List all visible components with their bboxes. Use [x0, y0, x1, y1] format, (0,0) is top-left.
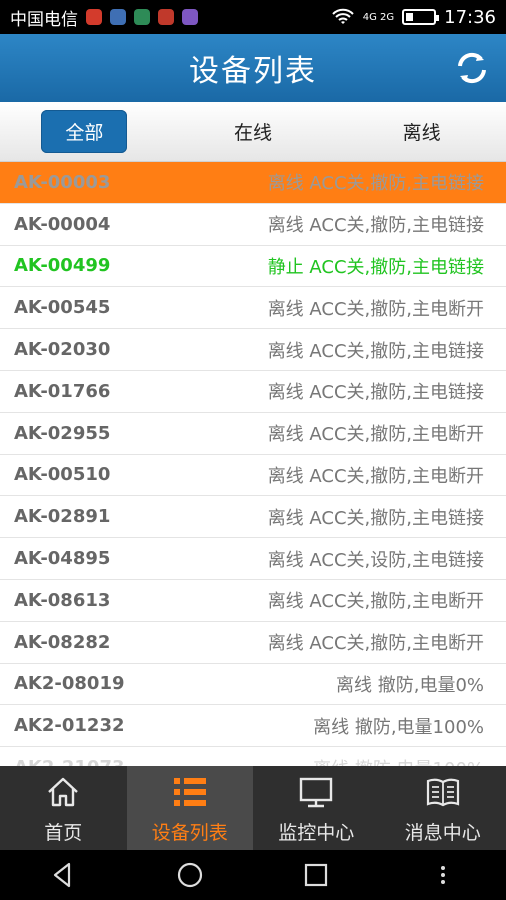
home-circle-icon[interactable] — [175, 860, 205, 890]
battery-icon — [402, 9, 440, 25]
device-id: AK-08613 — [14, 589, 111, 611]
book-icon — [426, 778, 459, 806]
status-bar: 中国电信 4G 2G 17:36 — [0, 0, 506, 34]
device-id: AK-00004 — [14, 213, 111, 235]
device-status: 离线 ACC关,撤防,主电断开 — [267, 298, 484, 320]
nav-monitor-center[interactable]: 监控中心 — [253, 766, 380, 850]
app-notification-icon — [110, 9, 126, 25]
title-bar: 设备列表 — [0, 34, 506, 102]
monitor-icon — [300, 777, 333, 807]
device-row[interactable]: AK2-08019 离线 撤防,电量0% — [0, 664, 506, 706]
refresh-icon[interactable] — [452, 48, 492, 88]
nav-monitor-center-label: 监控中心 — [278, 821, 355, 844]
device-id: AK-01766 — [14, 380, 111, 402]
app-notification-icon — [182, 9, 198, 25]
device-status: 离线 ACC关,撤防,主电链接 — [267, 340, 484, 362]
device-id: AK-00545 — [14, 297, 111, 319]
nav-device-list[interactable]: 设备列表 — [126, 766, 253, 850]
filter-tabs: 全部 在线 离线 — [0, 102, 506, 162]
tab-offline[interactable]: 离线 — [337, 118, 506, 145]
device-row[interactable]: AK-08613 离线 ACC关,撤防,主电断开 — [0, 580, 506, 622]
device-status: 离线 ACC关,撤防,主电断开 — [267, 591, 484, 613]
device-status: 离线 撤防,电量0% — [336, 674, 484, 696]
device-list: AK-00003 离线 ACC关,撤防,主电链接 AK-00004 离线 ACC… — [0, 162, 506, 766]
network-type: 4G 2G — [362, 11, 395, 23]
clock-time: 17:36 — [444, 6, 496, 28]
device-status: 离线 ACC关,撤防,主电链接 — [267, 507, 484, 529]
device-row[interactable]: AK-02030 离线 ACC关,撤防,主电链接 — [0, 329, 506, 371]
device-row[interactable]: AK-02891 离线 ACC关,撤防,主电链接 — [0, 496, 506, 539]
device-status: 离线 撤防,电量100% — [313, 755, 484, 766]
device-row[interactable]: AK-04895 离线 ACC关,设防,主电链接 — [0, 538, 506, 580]
device-id: AK2-01232 — [14, 715, 125, 737]
device-id: AK-00003 — [14, 171, 111, 193]
tab-all[interactable]: 全部 — [0, 110, 169, 153]
carrier-name: 中国电信 — [10, 9, 78, 30]
device-status: 离线 ACC关,撤防,主电链接 — [267, 382, 484, 404]
device-row[interactable]: AK-01766 离线 ACC关,撤防,主电链接 — [0, 371, 506, 413]
page-title: 设备列表 — [189, 54, 317, 89]
device-status: 离线 ACC关,设防,主电链接 — [267, 549, 484, 571]
back-icon[interactable] — [48, 860, 78, 890]
device-row[interactable]: AK-00510 离线 ACC关,撤防,主电断开 — [0, 455, 506, 497]
app-notification-icon — [86, 9, 102, 25]
app-notification-icon — [158, 9, 174, 25]
device-row[interactable]: AK-00499 静止 ACC关,撤防,主电链接 — [0, 246, 506, 288]
app-notification-icon — [134, 9, 150, 25]
device-id: AK2-21073 — [14, 757, 125, 766]
bottom-navigation: 首页 设备列表 监控中心 消息中心 — [0, 766, 506, 850]
device-status: 离线 ACC关,撤防,主电链接 — [267, 173, 484, 195]
nav-home[interactable]: 首页 — [0, 766, 127, 850]
device-status: 离线 ACC关,撤防,主电链接 — [267, 215, 484, 237]
device-status: 静止 ACC关,撤防,主电链接 — [267, 256, 484, 278]
device-status: 离线 撤防,电量100% — [313, 716, 484, 738]
device-row[interactable]: AK-02955 离线 ACC关,撤防,主电断开 — [0, 413, 506, 455]
home-icon — [48, 777, 79, 806]
device-id: AK-02955 — [14, 422, 111, 444]
device-id: AK-08282 — [14, 631, 111, 653]
device-id: AK-02030 — [14, 339, 111, 361]
wifi-icon — [332, 8, 354, 24]
nav-device-list-label: 设备列表 — [151, 821, 228, 844]
system-navigation-bar — [0, 850, 506, 900]
recents-icon[interactable] — [301, 860, 331, 890]
device-id: AK-00499 — [14, 255, 111, 277]
device-status: 离线 ACC关,撤防,主电断开 — [267, 633, 484, 655]
list-icon — [173, 777, 206, 806]
nav-message-center[interactable]: 消息中心 — [380, 766, 506, 850]
device-id: AK-02891 — [14, 506, 111, 528]
device-row[interactable]: AK-00003 离线 ACC关,撤防,主电链接 — [0, 162, 506, 204]
device-id: AK2-08019 — [14, 673, 125, 695]
nav-message-center-label: 消息中心 — [404, 821, 481, 844]
device-status: 离线 ACC关,撤防,主电断开 — [267, 424, 484, 446]
device-id: AK-04895 — [14, 548, 111, 570]
nav-home-label: 首页 — [44, 821, 83, 844]
device-row[interactable]: AK-00545 离线 ACC关,撤防,主电断开 — [0, 287, 506, 330]
device-id: AK-00510 — [14, 464, 111, 486]
device-row[interactable]: AK-08282 离线 ACC关,撤防,主电断开 — [0, 622, 506, 664]
device-row[interactable]: AK2-21073 离线 撤防,电量100% — [0, 747, 506, 766]
more-options-icon[interactable] — [428, 860, 458, 890]
tab-online[interactable]: 在线 — [169, 118, 338, 145]
device-row[interactable]: AK-00004 离线 ACC关,撤防,主电链接 — [0, 204, 506, 246]
device-status: 离线 ACC关,撤防,主电断开 — [267, 465, 484, 487]
device-row[interactable]: AK2-01232 离线 撤防,电量100% — [0, 705, 506, 748]
